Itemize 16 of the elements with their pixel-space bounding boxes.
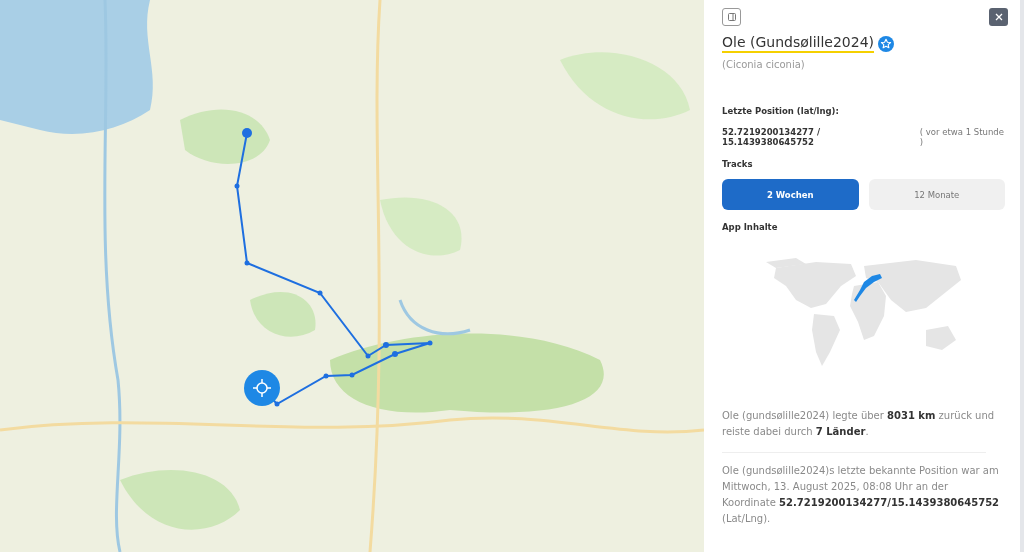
- section-label: Letzte Position (lat/lng):: [722, 106, 840, 116]
- coordinates-text: 52.7219200134277 / 15.1439380645752: [722, 127, 821, 147]
- section-label: App Inhalte: [722, 222, 779, 232]
- close-icon: [994, 13, 1003, 21]
- bird-name: Ole (Gundsølille2024): [722, 34, 875, 53]
- last-position-text: Ole (gundsølille2024)s letzte bekannte Position war am Mittwoch, 13. August 2025, 08:08 Uhr an der Koordinate 52.7219200134277/15.1439380645752 (Lat/Lng).: [722, 464, 1001, 526]
- species-name: (Ciconia ciconia): [722, 59, 806, 70]
- time-ago-text: ( vor etwa 1 Stunde ): [919, 127, 1005, 147]
- section-label: Tracks: [722, 159, 754, 169]
- track-tab[interactable]: 2 Wochen: [722, 179, 859, 210]
- location-marker-icon: [244, 370, 280, 406]
- sidebar-icon: [727, 13, 736, 21]
- track-tab[interactable]: 12 Monate: [868, 179, 1005, 210]
- summary-text: Ole (gundsølille2024) legte über 8031 km zurück und reiste dabei durch 7 Länder.: [722, 409, 996, 439]
- sidebar-toggle-button[interactable]: [722, 8, 741, 26]
- close-button[interactable]: [989, 8, 1008, 26]
